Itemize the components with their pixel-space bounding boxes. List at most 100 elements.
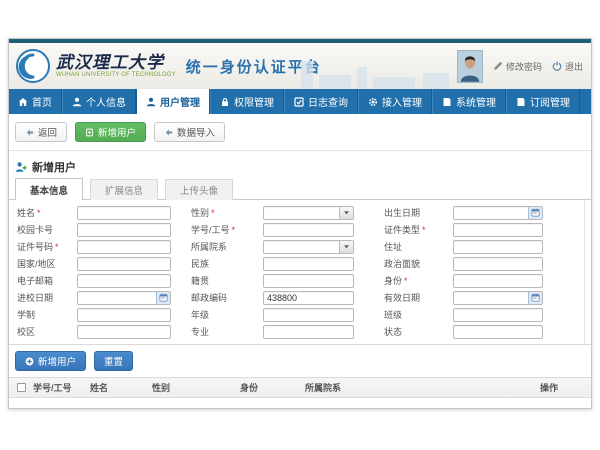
add-user-toolbar-button[interactable]: 新增用户 <box>75 122 146 142</box>
nav-item-label: 订阅管理 <box>530 94 570 109</box>
main-nav: 首页 个人信息 用户管理权限管理日志查询 接入管理 系统管理 订阅管理 <box>9 89 591 114</box>
select-input[interactable] <box>264 207 339 219</box>
text-input[interactable] <box>264 224 353 236</box>
calendar-button[interactable] <box>528 207 542 219</box>
header-right: 修改密码 退出 <box>457 43 583 89</box>
text-input[interactable] <box>264 258 353 270</box>
text-input[interactable] <box>78 309 170 321</box>
text-input[interactable] <box>454 275 542 287</box>
arrow-left-icon <box>164 128 173 137</box>
text-field <box>453 325 543 339</box>
dropdown-button[interactable] <box>339 207 353 219</box>
text-input[interactable] <box>454 326 542 338</box>
new-user-form: 姓名*性别*出生日期校园卡号学号/工号*证件类型*证件号码*所属院系住址国家/地… <box>9 200 591 345</box>
reset-button[interactable]: 重置 <box>94 351 133 371</box>
data-import-button[interactable]: 数据导入 <box>154 122 225 142</box>
users-table-header: 学号/工号姓名性别身份所属院系操作 <box>9 378 591 398</box>
caret-down-icon <box>342 242 351 251</box>
form-row: 学制 年级 班级 <box>9 306 591 323</box>
university-logo <box>16 49 50 83</box>
required-asterisk: * <box>232 225 236 235</box>
select-all-checkbox[interactable] <box>17 383 26 392</box>
text-input[interactable] <box>264 309 353 321</box>
nav-item-3[interactable]: 用户管理 <box>136 89 210 114</box>
text-input[interactable] <box>78 224 170 236</box>
date-input[interactable] <box>78 292 156 304</box>
back-button-label: 返回 <box>38 125 57 139</box>
nav-item-4[interactable]: 权限管理 <box>210 89 284 114</box>
user-icon <box>146 97 156 107</box>
form-field-label: 政治面貌 <box>384 257 453 270</box>
text-field <box>263 274 354 288</box>
form-field-label: 籍贯 <box>191 274 263 287</box>
text-input[interactable] <box>78 275 170 287</box>
date-input[interactable] <box>454 292 528 304</box>
text-input[interactable] <box>454 224 542 236</box>
form-field-label: 学制 <box>17 308 77 321</box>
calendar-button[interactable] <box>528 292 542 304</box>
nav-item-label: 个人信息 <box>86 94 126 109</box>
text-input[interactable] <box>78 326 170 338</box>
text-input[interactable] <box>78 207 170 219</box>
building-silhouette <box>357 67 367 89</box>
building-silhouette <box>301 61 313 89</box>
table-header-cell: 身份 <box>240 381 305 394</box>
form-field-label: 年级 <box>191 308 263 321</box>
nav-item-5[interactable]: 日志查询 <box>284 89 358 114</box>
date-input[interactable] <box>454 207 528 219</box>
form-field-label: 性别* <box>191 206 263 219</box>
date-field <box>453 291 543 305</box>
text-input[interactable] <box>78 258 170 270</box>
nav-item-1[interactable]: 首页 <box>9 89 62 114</box>
text-input[interactable] <box>264 292 353 304</box>
dropdown-button[interactable] <box>339 241 353 253</box>
tab-2[interactable]: 扩展信息 <box>90 179 158 200</box>
text-input[interactable] <box>264 275 353 287</box>
text-field <box>453 223 543 237</box>
toolbar: 返回 新增用户 数据导入 <box>9 114 591 151</box>
change-password-link[interactable]: 修改密码 <box>493 60 542 73</box>
calendar-button[interactable] <box>156 292 170 304</box>
nav-item-7[interactable]: 系统管理 <box>432 89 506 114</box>
file-plus-icon <box>85 128 94 137</box>
nav-item-8[interactable]: 订阅管理 <box>506 89 580 114</box>
logout-link[interactable]: 退出 <box>552 60 583 73</box>
form-field-label: 班级 <box>384 308 453 321</box>
table-header-cell: 学号/工号 <box>33 381 90 394</box>
back-button[interactable]: 返回 <box>15 122 67 142</box>
nav-item-label: 接入管理 <box>382 94 422 109</box>
nav-item-label: 系统管理 <box>456 94 496 109</box>
text-field <box>453 274 543 288</box>
nav-item-6[interactable]: 接入管理 <box>358 89 432 114</box>
text-input[interactable] <box>454 241 542 253</box>
nav-item-2[interactable]: 个人信息 <box>62 89 136 114</box>
text-field <box>77 274 171 288</box>
form-field-label: 出生日期 <box>384 206 453 219</box>
text-input[interactable] <box>454 309 542 321</box>
form-field-label: 证件类型* <box>384 223 453 236</box>
form-field-label: 电子邮箱 <box>17 274 77 287</box>
tab-3[interactable]: 上传头像 <box>165 179 233 200</box>
submit-add-user-button[interactable]: 新增用户 <box>15 351 86 371</box>
form-field-label: 校区 <box>17 325 77 338</box>
text-input[interactable] <box>454 258 542 270</box>
date-field <box>77 291 171 305</box>
text-input[interactable] <box>264 326 353 338</box>
university-name-en: WUHAN UNIVERSITY OF TECHNOLOGY <box>56 72 176 78</box>
reset-button-label: 重置 <box>104 354 123 368</box>
form-tabs: 基本信息扩展信息 上传头像 <box>9 178 591 200</box>
text-input[interactable] <box>78 241 170 253</box>
tab-1[interactable]: 基本信息 <box>15 178 83 200</box>
select-input[interactable] <box>264 241 339 253</box>
tab-label: 上传头像 <box>180 183 218 197</box>
nav-item-label: 用户管理 <box>160 94 200 109</box>
lock-icon <box>220 97 230 107</box>
university-name-block: 武汉理工大学 WUHAN UNIVERSITY OF TECHNOLOGY <box>56 54 176 78</box>
user-avatar[interactable] <box>457 50 483 83</box>
users-table-empty-body <box>9 398 591 408</box>
text-field <box>77 206 171 220</box>
header: 武汉理工大学 WUHAN UNIVERSITY OF TECHNOLOGY 统一… <box>9 43 591 89</box>
book-icon <box>516 97 526 107</box>
form-row: 国家/地区民族政治面貌 <box>9 255 591 272</box>
text-field <box>263 257 354 271</box>
